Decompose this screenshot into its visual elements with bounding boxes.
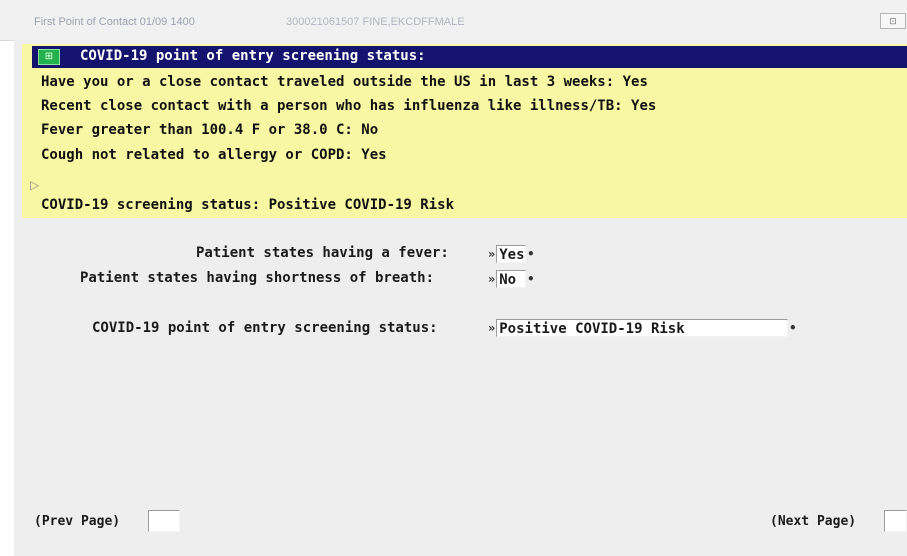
fever-input[interactable]: Yes [496,245,527,263]
summary-line-contact: Recent close contact with a person who h… [41,98,657,114]
field-end-marker: • [789,321,797,335]
field-start-marker: » [488,272,496,286]
field-end-marker: • [527,272,535,286]
window-title-left: First Point of Contact 01/09 1400 [34,16,195,28]
next-page-input[interactable] [884,510,907,532]
entry-status-field-group: » Positive COVID-19 Risk • [487,318,797,338]
fever-label: Patient states having a fever: [196,245,449,261]
breath-input[interactable]: No [496,270,527,288]
panel-icon[interactable]: ⊞ [38,49,60,65]
field-end-marker: • [527,247,535,261]
breath-field-group: » No • [487,269,535,289]
summary-line-travel: Have you or a close contact traveled out… [41,74,648,90]
mouse-cursor-icon: ▷ [30,178,40,192]
summary-line-cough: Cough not related to allergy or COPD: Ye… [41,147,387,163]
next-page-label: (Next Page) [770,514,857,529]
window-close-icon[interactable]: ⊡ [880,13,906,29]
fever-field-group: » Yes • [487,244,535,264]
window-titlebar: First Point of Contact 01/09 1400 300021… [0,0,907,41]
entry-status-input[interactable]: Positive COVID-19 Risk [496,319,789,337]
summary-line-fever: Fever greater than 100.4 F or 38.0 C: No [41,122,379,138]
summary-screening-status: COVID-19 screening status: Positive COVI… [41,197,455,213]
breath-label: Patient states having shortness of breat… [80,270,435,286]
window-title-right: 300021061507 FINE,EKCDFFMALE [286,16,465,28]
field-start-marker: » [488,321,496,335]
prev-page-label: (Prev Page) [34,514,121,529]
summary-header-title: COVID-19 point of entry screening status… [80,48,426,64]
field-start-marker: » [488,247,496,261]
prev-page-input[interactable] [148,510,180,532]
entry-status-label: COVID-19 point of entry screening status… [92,320,438,336]
